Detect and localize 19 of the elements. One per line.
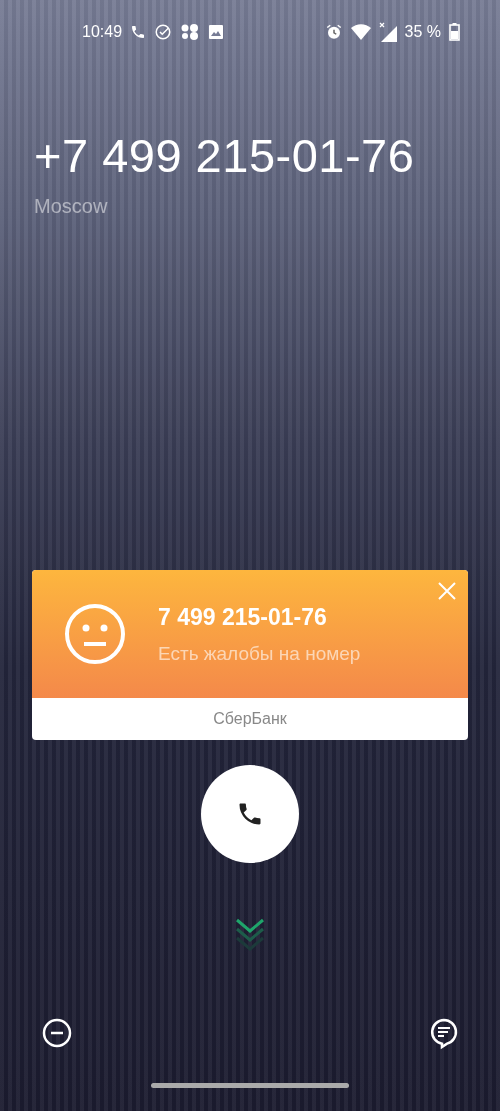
battery-percent: 35 % [404,23,441,41]
caller-location: Moscow [34,195,109,218]
dots-icon [180,23,201,41]
battery-icon [449,23,460,41]
signal-icon [378,22,397,42]
card-message: Есть жалобы на номер [158,642,361,665]
caller-number: +7 499 215-01-76 [34,128,416,183]
image-icon [208,24,225,40]
message-icon[interactable] [430,1018,458,1050]
neutral-face-icon [64,603,126,665]
check-circle-icon [154,23,173,41]
phone-icon [130,24,147,40]
status-time: 10:49 [82,23,123,41]
provider-name: СберБанк [212,709,288,729]
decline-icon[interactable] [42,1018,72,1050]
swipe-chevrons-icon [235,918,265,954]
card-number: 7 499 215-01-76 [158,603,328,631]
alarm-icon [324,23,343,41]
wifi-icon [350,24,371,40]
